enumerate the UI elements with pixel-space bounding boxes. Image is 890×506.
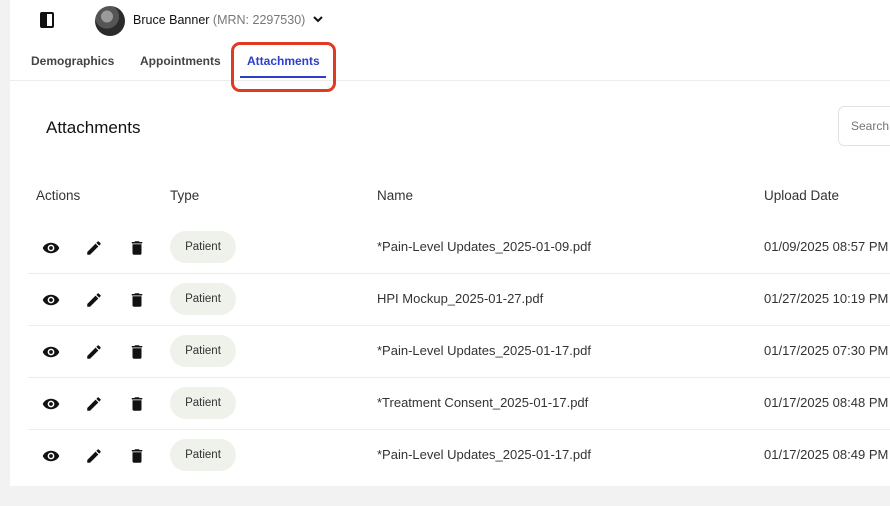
file-name: *Pain-Level Updates_2025-01-09.pdf xyxy=(377,239,591,254)
eye-icon[interactable] xyxy=(42,291,60,309)
eye-icon[interactable] xyxy=(42,395,60,413)
file-name: HPI Mockup_2025-01-27.pdf xyxy=(377,291,544,306)
eye-icon[interactable] xyxy=(42,343,60,361)
pencil-icon[interactable] xyxy=(85,343,103,361)
table-row: Patient HPI Mockup_2025-01-27.pdf 01/27/20… xyxy=(28,273,890,326)
tab-appointments[interactable]: Appointments xyxy=(140,54,221,68)
top-bar: Bruce Banner (MRN: 2297530) xyxy=(10,0,890,42)
type-badge: Patient xyxy=(170,335,236,367)
pencil-icon[interactable] xyxy=(85,291,103,309)
trash-icon[interactable] xyxy=(128,343,146,361)
trash-icon[interactable] xyxy=(128,239,146,257)
pencil-icon[interactable] xyxy=(85,239,103,257)
table-row: Patient *Pain-Level Updates_2025-01-09.pd… xyxy=(28,221,890,274)
avatar[interactable] xyxy=(95,6,125,36)
upload-date: 01/17/2025 08:49 PM xyxy=(764,447,889,462)
chevron-down-icon[interactable] xyxy=(312,13,324,25)
column-header-actions: Actions xyxy=(36,188,81,203)
type-badge: Patient xyxy=(170,387,236,419)
table-row: Patient *Pain-Level Updates_2025-01-17.pd… xyxy=(28,325,890,378)
type-badge: Patient xyxy=(170,231,236,263)
search-input[interactable] xyxy=(838,106,890,146)
tab-attachments[interactable]: Attachments xyxy=(247,54,320,68)
tab-bar: Demographics Appointments Attachments xyxy=(10,42,890,81)
file-name: *Pain-Level Updates_2025-01-17.pdf xyxy=(377,447,591,462)
type-badge: Patient xyxy=(170,439,236,471)
main-panel: Bruce Banner (MRN: 2297530) Demographics… xyxy=(10,0,890,486)
column-header-upload-date[interactable]: Upload Date xyxy=(764,188,839,203)
eye-icon[interactable] xyxy=(42,447,60,465)
tab-demographics[interactable]: Demographics xyxy=(31,54,114,68)
section-title: Attachments xyxy=(46,118,141,137)
column-header-type: Type xyxy=(170,188,200,203)
file-name: *Pain-Level Updates_2025-01-17.pdf xyxy=(377,343,591,358)
eye-icon[interactable] xyxy=(42,239,60,257)
file-name: *Treatment Consent_2025-01-17.pdf xyxy=(377,395,589,410)
upload-date: 01/17/2025 07:30 PM xyxy=(764,343,889,358)
active-tab-indicator xyxy=(240,76,326,78)
upload-date: 01/27/2025 10:19 PM xyxy=(764,291,889,306)
upload-date: 01/09/2025 08:57 PM xyxy=(764,239,889,254)
trash-icon[interactable] xyxy=(128,291,146,309)
type-badge: Patient xyxy=(170,283,236,315)
patient-selector[interactable]: Bruce Banner (MRN: 2297530) xyxy=(133,13,305,27)
trash-icon[interactable] xyxy=(128,447,146,465)
patient-name: Bruce Banner xyxy=(133,13,210,27)
table-row: Patient *Pain-Level Updates_2025-01-17.pd… xyxy=(28,429,890,481)
table-row: Patient *Treatment Consent_2025-01-17.pdf… xyxy=(28,377,890,430)
column-header-name: Name xyxy=(377,188,414,203)
trash-icon[interactable] xyxy=(128,395,146,413)
sidebar-toggle-icon[interactable] xyxy=(40,12,54,28)
upload-date: 01/17/2025 08:48 PM xyxy=(764,395,889,410)
pencil-icon[interactable] xyxy=(85,395,103,413)
patient-mrn: (MRN: 2297530) xyxy=(212,13,306,27)
pencil-icon[interactable] xyxy=(85,447,103,465)
